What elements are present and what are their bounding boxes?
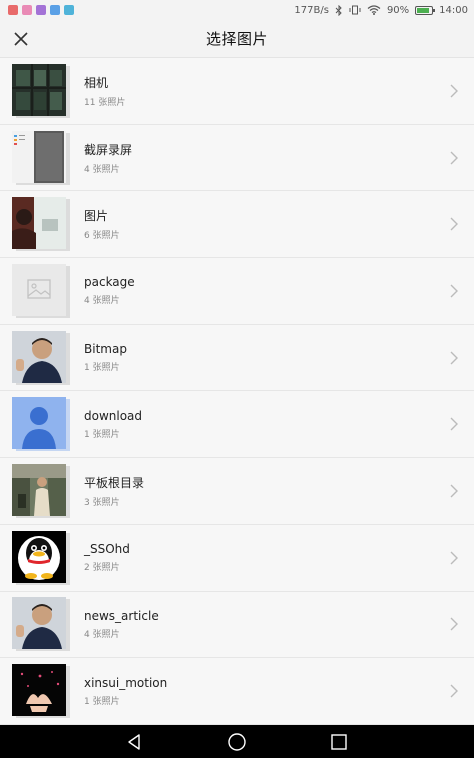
album-count: 2 张照片 <box>84 563 120 574</box>
album-row-news-article[interactable]: news_article 4 张照片 <box>0 591 474 659</box>
page-title: 选择图片 <box>205 30 268 48</box>
back-button[interactable] <box>124 731 146 753</box>
close-icon <box>14 32 28 46</box>
chevron-right-icon <box>448 483 460 499</box>
album-row-bitmap[interactable]: Bitmap 1 张照片 <box>0 324 474 392</box>
album-count: 1 张照片 <box>84 363 120 374</box>
app-notification-icon <box>64 5 74 15</box>
album-count: 11 张照片 <box>84 97 126 108</box>
battery-icon <box>415 5 436 15</box>
close-button[interactable] <box>8 26 34 52</box>
album-name: news_article <box>84 608 159 623</box>
album-thumbnail <box>12 664 72 719</box>
album-row-camera[interactable]: 相机 11 张照片 <box>0 58 474 125</box>
wifi-icon <box>367 5 381 15</box>
album-thumbnail <box>12 530 72 585</box>
app-notification-icon <box>50 5 60 15</box>
album-count: 3 张照片 <box>84 497 120 508</box>
status-bar: 177B/s 90% 14:00 <box>0 0 474 20</box>
notification-icons <box>8 5 74 15</box>
album-name: 截屏录屏 <box>84 142 133 157</box>
system-nav-bar <box>0 725 474 758</box>
album-name: package <box>84 275 135 290</box>
album-list[interactable]: 相机 11 张照片 截屏录屏 4 张照片 图片 6 张照片 package 4 … <box>0 58 474 725</box>
app-header: 选择图片 <box>0 20 474 58</box>
person-avatar-icon <box>12 397 66 450</box>
album-thumbnail <box>12 463 72 518</box>
album-row-pictures[interactable]: 图片 6 张照片 <box>0 191 474 259</box>
album-row-download[interactable]: download 1 张照片 <box>0 391 474 459</box>
album-thumbnail <box>12 330 72 385</box>
album-thumbnail <box>12 197 72 252</box>
album-count: 1 张照片 <box>84 429 120 440</box>
album-row-ssohd[interactable]: _SSOhd 2 张照片 <box>0 524 474 592</box>
bluetooth-icon <box>335 4 343 16</box>
status-right: 177B/s 90% 14:00 <box>294 4 468 16</box>
album-row-xinsui-motion[interactable]: xinsui_motion 1 张照片 <box>0 658 474 725</box>
recents-square-icon <box>331 733 347 750</box>
album-thumbnail <box>12 397 72 452</box>
home-button[interactable] <box>226 731 248 753</box>
network-speed: 177B/s <box>294 4 329 16</box>
album-thumbnail <box>12 597 72 652</box>
home-circle-icon <box>228 732 246 751</box>
chevron-right-icon <box>448 550 460 566</box>
album-row-tablet-root[interactable]: 平板根目录 3 张照片 <box>0 458 474 525</box>
app-notification-icon <box>22 5 32 15</box>
album-count: 4 张照片 <box>84 629 120 640</box>
chevron-right-icon <box>448 216 460 232</box>
app-notification-icon <box>36 5 46 15</box>
album-name: 图片 <box>84 209 109 224</box>
clock: 14:00 <box>439 4 468 16</box>
chevron-right-icon <box>448 150 460 166</box>
album-count: 1 张照片 <box>84 696 120 707</box>
app-notification-icon <box>8 5 18 15</box>
album-thumbnail <box>12 263 72 318</box>
chevron-right-icon <box>448 616 460 632</box>
album-count: 6 张照片 <box>84 231 120 242</box>
back-triangle-icon <box>128 733 140 750</box>
album-row-package[interactable]: package 4 张照片 <box>0 258 474 325</box>
chevron-right-icon <box>448 283 460 299</box>
album-name: 平板根目录 <box>84 475 145 490</box>
penguin-logo-icon <box>12 530 66 583</box>
album-thumbnail <box>12 130 72 185</box>
vibrate-icon <box>349 5 361 15</box>
album-name: _SSOhd <box>84 542 130 557</box>
album-name: xinsui_motion <box>84 675 168 690</box>
image-placeholder-icon <box>12 263 66 316</box>
chevron-right-icon <box>448 350 460 366</box>
album-name: 相机 <box>84 75 109 90</box>
battery-percent: 90% <box>386 4 410 16</box>
chevron-right-icon <box>448 416 460 432</box>
recents-button[interactable] <box>328 731 350 753</box>
album-thumbnail <box>12 63 72 118</box>
album-count: 4 张照片 <box>84 296 120 307</box>
album-count: 4 张照片 <box>84 164 120 175</box>
album-name: Bitmap <box>84 342 127 357</box>
chevron-right-icon <box>448 83 460 99</box>
chevron-right-icon <box>448 683 460 699</box>
album-name: download <box>84 408 143 423</box>
album-row-screenshots[interactable]: 截屏录屏 4 张照片 <box>0 124 474 192</box>
